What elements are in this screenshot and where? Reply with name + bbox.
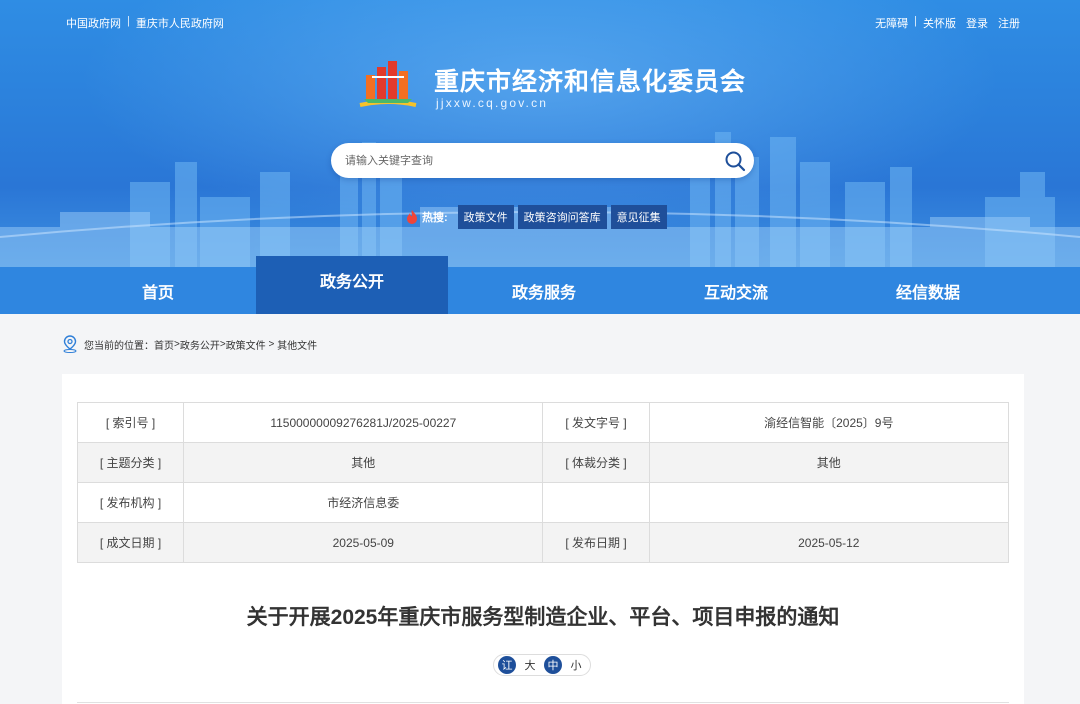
top-left-links: 中国政府网 | 重庆市人民政府网 [66,15,224,31]
content-divider [77,702,1009,703]
nav-home[interactable]: 首页 [0,267,256,314]
nav-data[interactable]: 经信数据 [832,267,1024,314]
register-link[interactable]: 注册 [998,15,1020,31]
font-large-button[interactable]: 大 [520,656,540,674]
site-title[interactable]: 重庆市经济和信息化委员会 [434,62,746,98]
meta-value: 11500000009276281J/2025-00227 [183,402,544,443]
search-icon[interactable] [724,150,746,172]
care-version-link[interactable]: 关怀版 [923,15,956,31]
top-right-links: 无障碍 | 关怀版 登录 注册 [875,15,1020,31]
meta-key: [ 发文字号 ] [542,402,650,443]
meta-key: [ 发布日期 ] [542,522,650,563]
emblem-logo-icon [359,61,417,107]
login-link[interactable]: 登录 [966,15,988,31]
hot-search-label: 热搜: [422,212,448,224]
fire-icon [407,210,417,224]
content-card: [ 索引号 ] 11500000009276281J/2025-00227 [ … [62,374,1024,704]
site-logo[interactable] [356,55,420,111]
location-pin-icon [63,335,77,353]
breadcrumb-sep: > [265,338,278,350]
breadcrumb-gov-affairs[interactable]: 政务公开 [180,337,220,352]
breadcrumb-prefix: 您当前的位置： [84,340,154,352]
meta-value: 市经济信息委 [183,482,544,523]
link-separator: | [127,15,130,27]
search-box [331,143,754,178]
meta-value: 其他 [648,442,1010,483]
table-row: [ 主题分类 ] 其他 [ 体裁分类 ] 其他 [76,442,1010,483]
hot-search-bar: 热搜: 政策文件 政策咨询问答库 意见征集 [405,205,671,229]
meta-value: 2025-05-12 [648,522,1010,563]
meta-key: [ 体裁分类 ] [542,442,650,483]
meta-key: [ 成文日期 ] [76,522,185,563]
breadcrumb-policy-files[interactable]: 政策文件 [226,337,266,352]
accessibility-link[interactable]: 无障碍 [875,15,908,31]
document-meta-table: [ 索引号 ] 11500000009276281J/2025-00227 [ … [76,402,1010,563]
font-size-controls: 讧 大 中 小 [493,654,591,676]
hot-tag-policy-files[interactable]: 政策文件 [457,205,514,229]
nav-gov-affairs[interactable]: 政务公开 [256,256,448,314]
breadcrumb-other-files[interactable]: 其他文件 [277,337,317,352]
nav-interaction[interactable]: 互动交流 [640,267,832,314]
document-title: 关于开展2025年重庆市服务型制造企业、平台、项目申报的通知 [246,606,840,629]
site-header: 中国政府网 | 重庆市人民政府网 无障碍 | 关怀版 登录 注册 重庆市经济和信… [0,0,1080,267]
nav-gov-services[interactable]: 政务服务 [448,267,640,314]
meta-value: 渝经信智能〔2025〕9号 [648,402,1010,443]
main-nav: 首页 政务公开 政务服务 互动交流 经信数据 [0,256,1080,314]
table-row: [ 成文日期 ] 2025-05-09 [ 发布日期 ] 2025-05-12 [76,522,1010,563]
font-small-button[interactable]: 小 [566,656,586,674]
link-separator: | [914,15,917,27]
cq-gov-link[interactable]: 重庆市人民政府网 [136,15,224,31]
gov-cn-link[interactable]: 中国政府网 [66,15,121,31]
meta-key: [ 索引号 ] [76,402,185,443]
meta-key: [ 发布机构 ] [76,482,185,523]
table-row: [ 索引号 ] 11500000009276281J/2025-00227 [ … [76,402,1010,443]
meta-value: 其他 [183,442,544,483]
meta-key: [ 主题分类 ] [76,442,185,483]
hot-tag-opinion[interactable]: 意见征集 [610,205,667,229]
site-domain: jjxxw.cq.gov.cn [436,96,549,110]
read-aloud-button[interactable]: 讧 [498,656,516,674]
meta-key [542,482,650,523]
search-input[interactable] [345,143,705,178]
hot-tag-policy-qa[interactable]: 政策咨询问答库 [517,205,607,229]
meta-value [648,482,1010,523]
table-row: [ 发布机构 ] 市经济信息委 [76,482,1010,523]
breadcrumb: 您当前的位置： 首页 > 政务公开 > 政策文件 > 其他文件 [62,335,317,353]
font-medium-button[interactable]: 中 [544,656,562,674]
breadcrumb-home[interactable]: 首页 [154,337,174,352]
meta-value: 2025-05-09 [183,522,544,563]
